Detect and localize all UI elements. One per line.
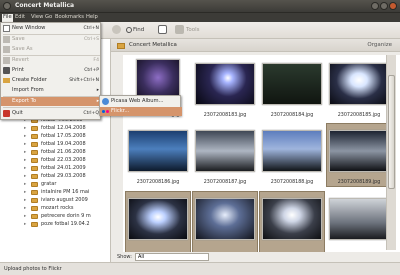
- submenu-arrow-icon: ▸: [96, 88, 99, 93]
- photo: [262, 198, 322, 240]
- folder-icon: [31, 174, 38, 179]
- tree-row[interactable]: ▸ fotbal 19.04.2008: [0, 141, 111, 148]
- status-bar: Upload photos to Flickr: [0, 262, 400, 275]
- tree-row[interactable]: ▸ intalnire PM 16 mai: [0, 189, 111, 196]
- back-icon: [112, 25, 121, 34]
- photo: [128, 198, 188, 240]
- picasa-icon: [102, 98, 109, 105]
- tools-icon: [175, 25, 184, 34]
- new-window-icon: [3, 25, 10, 32]
- menu-item-import-from[interactable]: Import From ▸: [1, 86, 102, 95]
- folder-icon: [31, 182, 38, 187]
- menu-item-revert[interactable]: Revert F4: [1, 56, 102, 65]
- close-icon[interactable]: [389, 2, 397, 10]
- status-text: Upload photos to Flickr: [4, 266, 62, 272]
- menu-item-new-window[interactable]: New Window Ctrl+N: [1, 24, 102, 33]
- title-bar: Concert Metallica: [0, 0, 400, 13]
- folder-icon: [31, 190, 38, 195]
- folder-icon: [31, 142, 38, 147]
- show-filter-select[interactable]: All: [135, 253, 209, 261]
- sidebar-toggle-button[interactable]: [158, 25, 169, 36]
- photo: [329, 198, 389, 240]
- nav-back-button[interactable]: [112, 25, 123, 36]
- folder-icon: [31, 158, 38, 163]
- image-viewer: Concert Metallica Organize 23072008182.j…: [111, 39, 400, 262]
- photo: [329, 63, 389, 105]
- tree-row[interactable]: ▸ fotbal 29.03.2008: [0, 173, 111, 180]
- export-submenu: Picasa Web Album... Flickr...: [99, 95, 182, 116]
- window-title: Concert Metallica: [15, 2, 75, 9]
- tools-button[interactable]: Tools: [175, 25, 200, 36]
- folder-icon: [31, 198, 38, 203]
- menu-item-quit[interactable]: Quit Ctrl+Q: [1, 109, 102, 118]
- tools-label: Tools: [186, 27, 200, 33]
- menu-bar: File Edit View Go Bookmarks Help: [0, 13, 400, 22]
- save-as-icon: [3, 46, 10, 53]
- photo: [262, 63, 322, 105]
- revert-icon: [3, 57, 10, 64]
- folder-icon: [31, 214, 38, 219]
- menu-item-save[interactable]: Save Ctrl+S: [1, 35, 102, 44]
- photo: [128, 130, 188, 172]
- filter-bar: Show: All: [111, 252, 400, 262]
- tree-row[interactable]: ▸ fotbal 22.03.2008: [0, 157, 111, 164]
- menu-separator: [3, 107, 100, 108]
- tree-row[interactable]: ▸ fotbal 17.05.2008: [0, 133, 111, 140]
- tree-row[interactable]: ▸ fotbal 21.06.2008: [0, 149, 111, 156]
- menu-item-print[interactable]: Print Ctrl+P: [1, 66, 102, 75]
- folder-icon: [31, 166, 38, 171]
- scrollbar[interactable]: [386, 55, 396, 250]
- scrollbar-thumb[interactable]: [388, 75, 395, 189]
- menu-item-flickr[interactable]: Flickr...: [100, 107, 182, 116]
- print-icon: [3, 67, 10, 74]
- folder-icon: [117, 43, 125, 49]
- tree-row[interactable]: ▸ petrecere dorin 9 m: [0, 213, 111, 220]
- folder-icon: [31, 134, 38, 139]
- tree-row[interactable]: ▸ gratar: [0, 181, 111, 188]
- menu-go[interactable]: Go: [44, 14, 53, 22]
- folder-title: Concert Metallica: [129, 42, 177, 48]
- photo: [195, 63, 255, 105]
- organize-button[interactable]: Organize: [367, 42, 392, 48]
- menu-item-create-folder[interactable]: Create Folder Shift+Ctrl+N: [1, 76, 102, 85]
- thumbnail-grid: 23072008182.jpg 23072008183.jpg 23072008…: [123, 55, 400, 262]
- menu-edit[interactable]: Edit: [14, 14, 26, 22]
- app-icon: [3, 2, 11, 10]
- photo: [195, 198, 255, 240]
- flickr-icon: [102, 108, 109, 115]
- folder-icon: [31, 126, 38, 131]
- folder-icon: [3, 78, 10, 83]
- find-button[interactable]: Find: [126, 25, 144, 36]
- tree-row[interactable]: ▸ fotbal 24.01.2009: [0, 165, 111, 172]
- menu-item-picasa[interactable]: Picasa Web Album...: [100, 97, 182, 106]
- photo: [262, 130, 322, 172]
- folder-icon: [31, 222, 38, 227]
- tree-row[interactable]: ▸ iviaro august 2009: [0, 197, 111, 204]
- folder-icon: [31, 150, 38, 155]
- tree-row[interactable]: ▸ mozart rocks: [0, 205, 111, 212]
- panel-icon: [158, 25, 167, 34]
- quit-icon: [3, 110, 10, 117]
- viewer-header: Concert Metallica Organize: [111, 39, 400, 52]
- find-label: Find: [133, 27, 145, 33]
- photo: [195, 130, 255, 172]
- minimize-icon[interactable]: [371, 2, 379, 10]
- menu-item-save-as[interactable]: Save As: [1, 45, 102, 54]
- menu-help[interactable]: Help: [85, 14, 99, 22]
- save-icon: [3, 36, 10, 43]
- file-menu: New Window Ctrl+N Save Ctrl+S Save As Re…: [0, 22, 102, 120]
- search-icon: [126, 26, 132, 33]
- menu-view[interactable]: View: [30, 14, 44, 22]
- tree-row[interactable]: ▸ poze fotbal 19.04.2: [0, 221, 111, 228]
- photo: [329, 130, 389, 172]
- folder-icon: [31, 206, 38, 211]
- menu-bookmarks[interactable]: Bookmarks: [54, 14, 85, 22]
- menu-file[interactable]: File: [2, 14, 13, 22]
- maximize-icon[interactable]: [380, 2, 388, 10]
- show-label: Show:: [117, 254, 132, 260]
- tree-row[interactable]: ▸ fotbal 12.04.2008: [0, 125, 111, 132]
- menu-item-export-to[interactable]: Export To ▸: [1, 97, 102, 106]
